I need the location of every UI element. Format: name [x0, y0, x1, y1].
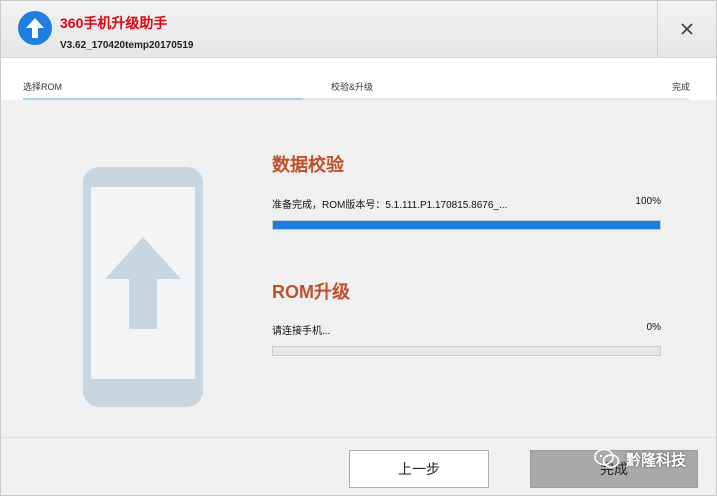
title-bar: 360手机升级助手 V3.62_170420temp20170519 [1, 1, 716, 58]
verify-progress-fill [273, 221, 660, 229]
close-button[interactable] [657, 1, 716, 57]
wechat-icon [594, 448, 620, 468]
step-verify-upgrade: 校验&升级 [331, 82, 374, 92]
step-track-progress [23, 98, 303, 100]
app-title: 360手机升级助手 [60, 15, 168, 31]
upgrade-section-title: ROM升级 [272, 282, 350, 302]
watermark: 黔隆科技 [594, 448, 686, 470]
step-finish: 完成 [671, 82, 690, 92]
upload-arrow-icon [18, 11, 52, 45]
watermark-text: 黔隆科技 [626, 451, 687, 469]
back-button[interactable]: 上一步 [349, 450, 489, 488]
step-indicator: 选择ROM 校验&升级 完成 [1, 58, 716, 100]
close-icon [681, 23, 693, 35]
step-select-rom: 选择ROM [23, 82, 62, 92]
upgrade-status-text: 请连接手机... [272, 326, 331, 337]
verify-status-text: 准备完成，ROM版本号：5.1.111.P1.170815.8676_... [272, 200, 508, 211]
upgrade-progress-bar [272, 346, 661, 356]
verify-progress-bar [272, 220, 661, 230]
app-window: 360手机升级助手 V3.62_170420temp20170519 选择ROM… [0, 0, 717, 496]
phone-upgrade-icon [83, 167, 203, 412]
verify-percent: 100% [635, 196, 661, 207]
upgrade-percent: 0% [646, 322, 661, 333]
verify-section-title: 数据校验 [272, 155, 344, 175]
app-version: V3.62_170420temp20170519 [60, 40, 194, 51]
